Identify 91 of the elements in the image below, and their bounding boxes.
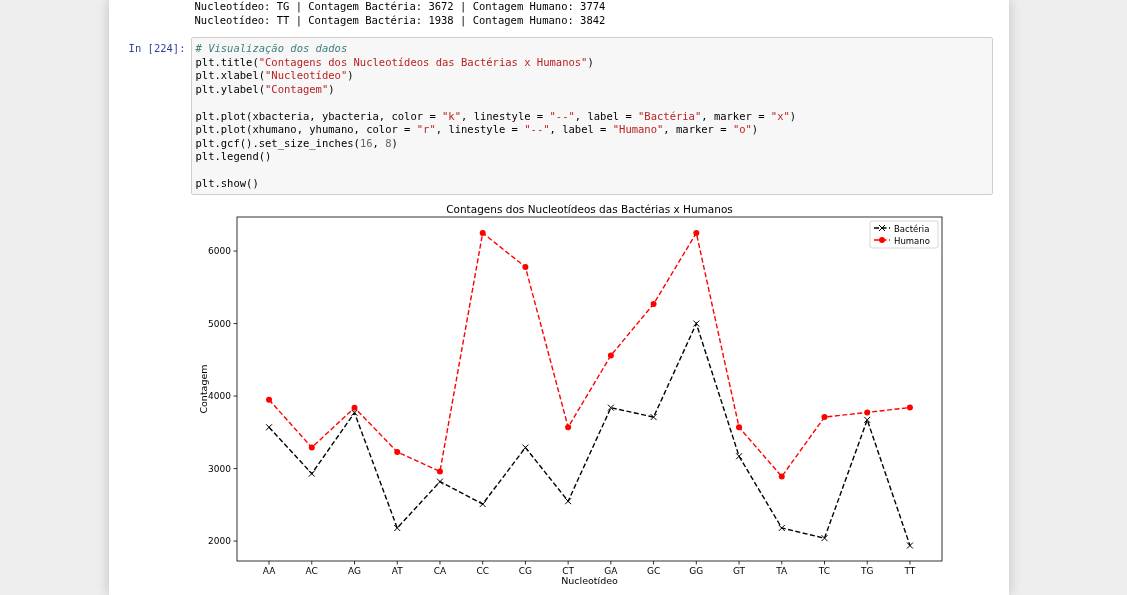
data-point xyxy=(820,534,828,542)
output-line: Nucleotídeo: TG | Contagem Bactéria: 3672 | Contagem Humano: 3774 xyxy=(194,0,607,14)
data-point xyxy=(393,448,400,455)
tick-mark xyxy=(823,560,825,565)
legend-swatch xyxy=(872,236,891,243)
data-point xyxy=(735,452,743,460)
tick-mark xyxy=(524,560,526,565)
data-point xyxy=(650,300,657,307)
code-line: plt.plot(xhumano, yhumano, color = "r", linestyle = "--", label = "Humano", marker = "o") xyxy=(195,123,760,137)
tick-mark xyxy=(232,540,237,541)
legend-label: Humano xyxy=(893,235,930,245)
tick-mark xyxy=(268,560,269,565)
tick-mark xyxy=(232,250,237,251)
legend-box xyxy=(869,220,938,248)
axis-label: Contagem xyxy=(197,363,209,414)
data-point xyxy=(606,403,614,411)
tick-label: AT xyxy=(391,565,403,576)
data-point xyxy=(564,423,571,430)
data-point xyxy=(607,351,614,358)
code-editor[interactable] xyxy=(190,37,993,195)
tick-label: TA xyxy=(775,565,787,576)
code-line: plt.ylabel("Contagem") xyxy=(195,82,336,96)
tick-label: AG xyxy=(347,565,361,576)
tick-label: CT xyxy=(561,565,574,576)
data-point xyxy=(521,263,528,270)
tick-mark xyxy=(866,560,868,565)
data-point xyxy=(436,467,443,474)
tick-mark xyxy=(909,560,910,565)
data-point xyxy=(479,229,486,236)
tick-label: GT xyxy=(732,565,745,576)
tick-mark xyxy=(780,560,782,565)
tick-label: AA xyxy=(262,565,275,576)
data-point xyxy=(777,524,785,531)
data-point xyxy=(649,413,657,421)
tick-label: GA xyxy=(603,565,617,576)
code-line: plt.xlabel("Nucleotídeo") xyxy=(195,69,355,83)
tick-mark xyxy=(567,560,569,565)
tick-mark xyxy=(232,467,237,469)
data-point xyxy=(564,497,572,505)
tick-mark xyxy=(232,395,237,396)
data-point xyxy=(692,229,699,236)
data-point xyxy=(308,444,315,451)
data-point xyxy=(735,423,742,430)
tick-mark xyxy=(439,560,440,565)
data-point xyxy=(265,423,273,431)
cell-prompt: In [224]: xyxy=(127,41,187,54)
code-line: plt.plot(xbacteria, ybacteria, color = "k", linestyle = "--", label = "Bactéria", marker = "x") xyxy=(195,109,798,123)
tick-label: GC xyxy=(646,565,660,576)
tick-label: TC xyxy=(818,565,830,576)
code-line: plt.legend() xyxy=(195,150,273,164)
tick-mark xyxy=(695,560,697,565)
data-point xyxy=(821,413,827,420)
tick-label: CG xyxy=(518,565,532,576)
tick-label: 6000 xyxy=(207,245,231,256)
data-point xyxy=(435,477,443,485)
code-line: plt.gcf().set_size_inches(16, 8) xyxy=(195,136,399,150)
tick-mark xyxy=(310,560,312,565)
tick-label: TT xyxy=(904,565,915,576)
tick-label: AC xyxy=(305,565,318,576)
legend-label: Bactéria xyxy=(893,223,929,233)
tick-mark xyxy=(609,560,611,565)
axis-label: Nucleotídeo xyxy=(560,574,618,586)
tick-label: 3000 xyxy=(207,463,231,474)
code-line: plt.title("Contagens dos Nucleotídeos das Bactérias x Humanos") xyxy=(195,55,595,69)
code-line: plt.show() xyxy=(195,177,260,191)
data-point xyxy=(265,396,272,403)
legend-swatch xyxy=(872,224,891,231)
tick-label: CA xyxy=(433,565,446,576)
tick-mark xyxy=(232,322,237,324)
data-point xyxy=(905,541,913,549)
data-point xyxy=(478,500,486,508)
data-point xyxy=(778,473,785,480)
tick-label: 2000 xyxy=(207,535,231,546)
tick-mark xyxy=(481,560,483,565)
tick-label: GG xyxy=(688,565,703,576)
tick-label: CC xyxy=(475,565,489,576)
tick-label: TG xyxy=(860,565,873,576)
tick-mark xyxy=(396,560,398,565)
data-point xyxy=(393,524,401,531)
chart-title: Contagens dos Nucleotídeos das Bactérias x Humanos xyxy=(445,202,733,215)
code-line: # Visualização dos dados xyxy=(195,42,349,56)
tick-mark xyxy=(652,560,654,565)
data-point xyxy=(906,404,913,410)
data-point xyxy=(307,469,315,477)
tick-mark xyxy=(353,560,355,565)
output-line: Nucleotídeo: TT | Contagem Bactéria: 1938 | Contagem Humano: 3842 xyxy=(194,13,607,27)
tick-label: 4000 xyxy=(207,390,231,401)
tick-mark xyxy=(738,560,739,565)
data-point xyxy=(692,319,700,327)
data-point xyxy=(521,443,529,451)
tick-label: 5000 xyxy=(207,318,231,329)
